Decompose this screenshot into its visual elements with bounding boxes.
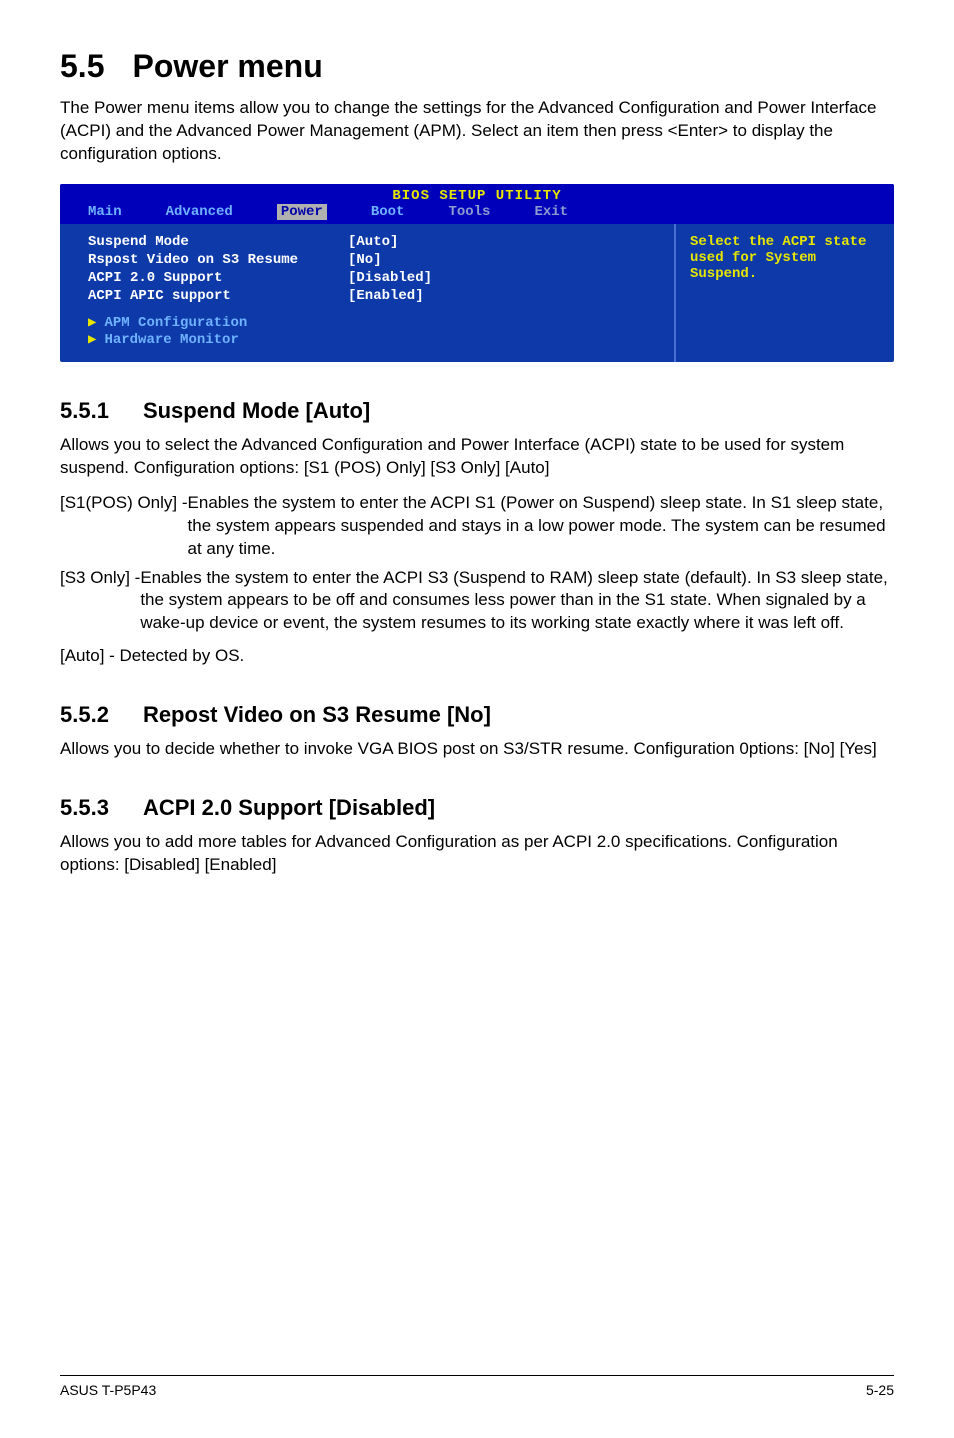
subsection-number: 5.5.3 xyxy=(60,795,109,820)
triangle-icon: ▶ xyxy=(88,315,96,331)
definition-desc: Enables the system to enter the ACPI S1 … xyxy=(188,492,894,561)
section-heading: 5.5 Power menu xyxy=(60,48,894,85)
bios-label: ACPI APIC support xyxy=(88,288,348,304)
subsection-title: Suspend Mode [Auto] xyxy=(143,398,370,423)
bios-row-acpi-2-support[interactable]: ACPI 2.0 Support [Disabled] xyxy=(88,270,658,286)
definition-term: [S1(POS) Only] - xyxy=(60,492,188,561)
definition-auto: [Auto] - Detected by OS. xyxy=(60,645,894,668)
bios-tab-exit[interactable]: Exit xyxy=(534,204,568,220)
bios-row-suspend-mode[interactable]: Suspend Mode [Auto] xyxy=(88,234,658,250)
bios-help-panel: Select the ACPI state used for System Su… xyxy=(674,224,894,362)
section-number: 5.5 xyxy=(60,48,104,84)
bios-submenu-apm[interactable]: ▶ APM Configuration xyxy=(88,314,658,331)
bios-settings-panel: Suspend Mode [Auto] Rspost Video on S3 R… xyxy=(60,224,674,362)
subsection-heading-repost-video: 5.5.2 Repost Video on S3 Resume [No] xyxy=(60,702,894,728)
subsection-number: 5.5.2 xyxy=(60,702,109,727)
section-title-text: Power menu xyxy=(132,48,322,84)
bios-submenu-label: APM Configuration xyxy=(104,315,247,331)
bios-value: [Auto] xyxy=(348,234,658,250)
bios-title: BIOS SETUP UTILITY xyxy=(60,184,894,204)
subsection-title: Repost Video on S3 Resume [No] xyxy=(143,702,491,727)
page-footer: ASUS T-P5P43 5-25 xyxy=(60,1375,894,1398)
definition-term: [S3 Only] - xyxy=(60,567,140,636)
subsection-paragraph: Allows you to decide whether to invoke V… xyxy=(60,738,894,761)
subsection-heading-acpi-support: 5.5.3 ACPI 2.0 Support [Disabled] xyxy=(60,795,894,821)
subsection-paragraph: Allows you to select the Advanced Config… xyxy=(60,434,894,480)
bios-row-acpi-apic-support[interactable]: ACPI APIC support [Enabled] xyxy=(88,288,658,304)
bios-tab-advanced[interactable]: Advanced xyxy=(166,204,233,220)
bios-submenu-label: Hardware Monitor xyxy=(104,332,238,348)
bios-tab-power[interactable]: Power xyxy=(277,204,327,220)
bios-tab-boot[interactable]: Boot xyxy=(371,204,405,220)
subsection-paragraph: Allows you to add more tables for Advanc… xyxy=(60,831,894,877)
footer-left: ASUS T-P5P43 xyxy=(60,1382,156,1398)
subsection-number: 5.5.1 xyxy=(60,398,109,423)
bios-value: [Enabled] xyxy=(348,288,658,304)
bios-label: ACPI 2.0 Support xyxy=(88,270,348,286)
triangle-icon: ▶ xyxy=(88,332,96,348)
bios-tab-main[interactable]: Main xyxy=(88,204,122,220)
intro-paragraph: The Power menu items allow you to change… xyxy=(60,97,894,166)
bios-label: Rspost Video on S3 Resume xyxy=(88,252,348,268)
bios-submenu-hardware-monitor[interactable]: ▶ Hardware Monitor xyxy=(88,331,658,348)
bios-row-repost-video[interactable]: Rspost Video on S3 Resume [No] xyxy=(88,252,658,268)
bios-tab-tools[interactable]: Tools xyxy=(448,204,490,220)
footer-right: 5-25 xyxy=(866,1382,894,1398)
bios-value: [No] xyxy=(348,252,658,268)
definition-s3only: [S3 Only] - Enables the system to enter … xyxy=(60,567,894,636)
bios-screenshot: BIOS SETUP UTILITY Main Advanced Power B… xyxy=(60,184,894,362)
definition-desc: Enables the system to enter the ACPI S3 … xyxy=(140,567,894,636)
bios-tab-bar: Main Advanced Power Boot Tools Exit xyxy=(60,204,894,224)
definition-s1pos: [S1(POS) Only] - Enables the system to e… xyxy=(60,492,894,561)
subsection-heading-suspend-mode: 5.5.1 Suspend Mode [Auto] xyxy=(60,398,894,424)
bios-value: [Disabled] xyxy=(348,270,658,286)
subsection-title: ACPI 2.0 Support [Disabled] xyxy=(143,795,435,820)
bios-label: Suspend Mode xyxy=(88,234,348,250)
